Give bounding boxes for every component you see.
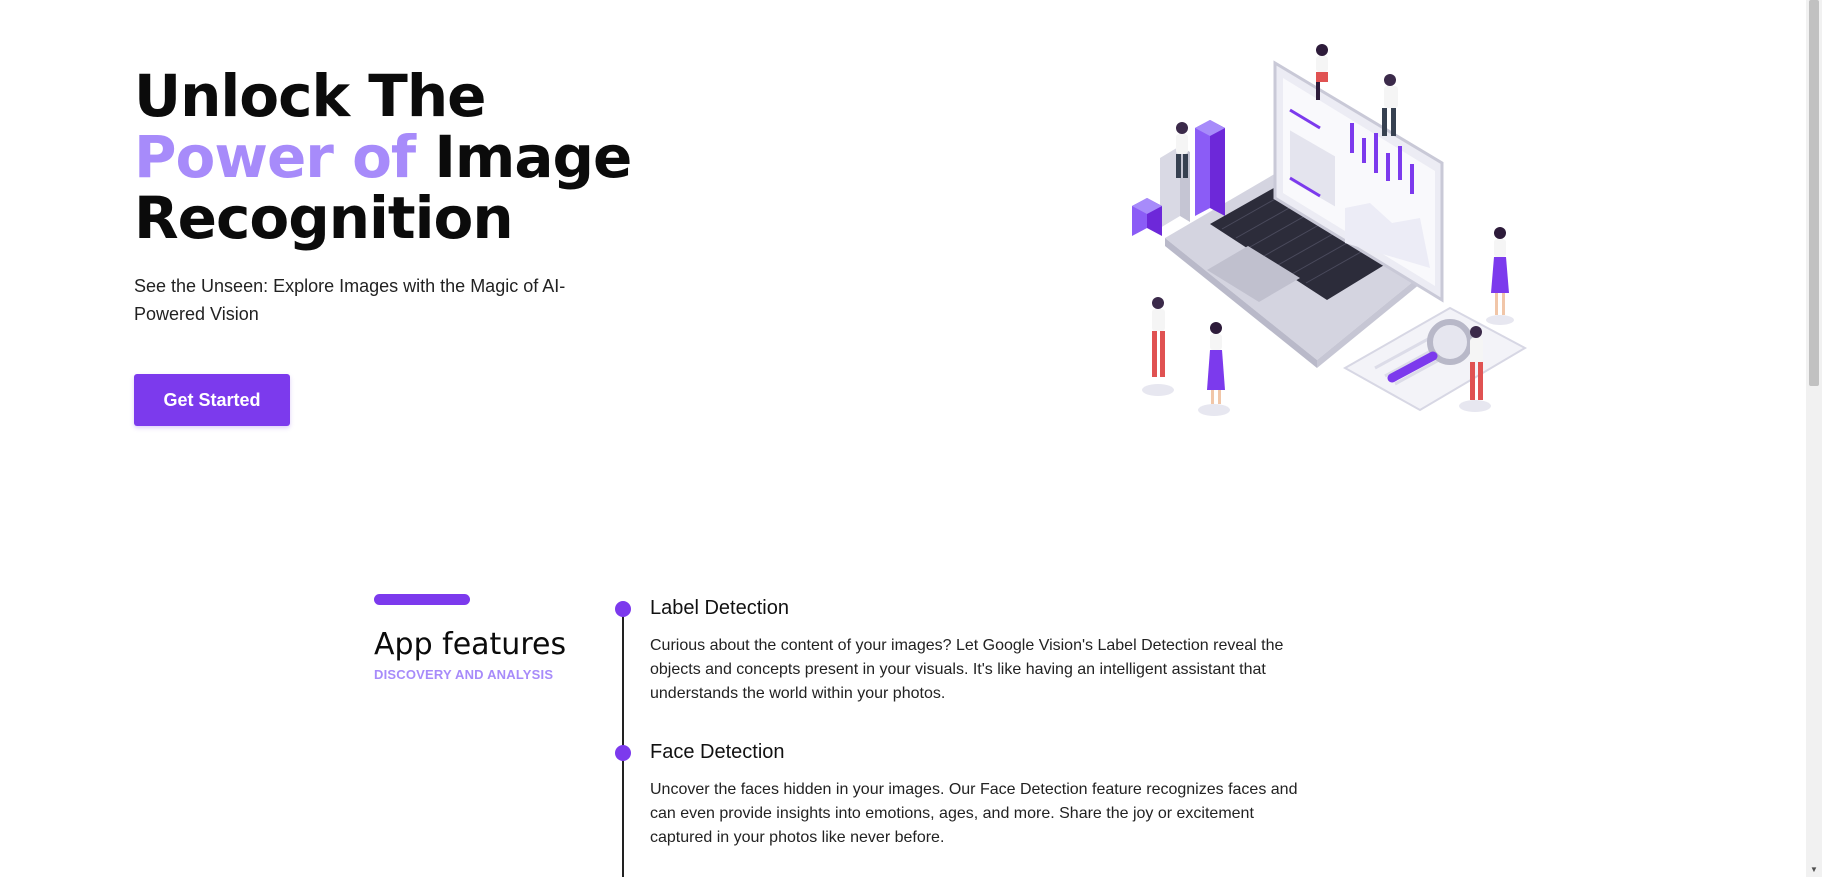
features-accent-bar [374,594,470,605]
feature-title-face-detection: Face Detection [650,741,785,763]
feature-description-label-detection: Curious about the content of your images… [650,637,1284,702]
timeline-dot [615,601,631,617]
feature-description-face-detection: Uncover the faces hidden in your images.… [650,781,1298,846]
features-title: App features [374,627,567,662]
vertical-scrollbar[interactable]: ▼ [1806,0,1822,877]
hero-title: Unlock The Power of Image Recognition [134,66,694,249]
timeline-line [622,608,624,877]
hero-title-line1: Unlock The [134,62,486,130]
timeline-dot [615,745,631,761]
scroll-down-arrow-icon[interactable]: ▼ [1806,863,1822,877]
hero-title-line3: Recognition [134,184,514,252]
hero-title-accent: Power of [134,123,416,191]
scrollbar-thumb[interactable] [1809,0,1819,386]
features-subtitle: DISCOVERY AND ANALYSIS [374,667,554,682]
hero-title-line2: Image [415,123,632,191]
feature-title-label-detection: Label Detection [650,597,789,619]
get-started-button[interactable]: Get Started [134,374,290,426]
hero-illustration [1132,44,1528,416]
page: Unlock The Power of Image Recognition See … [0,0,1806,877]
hero-subtitle: See the Unseen: Explore Images with the … [134,276,566,324]
